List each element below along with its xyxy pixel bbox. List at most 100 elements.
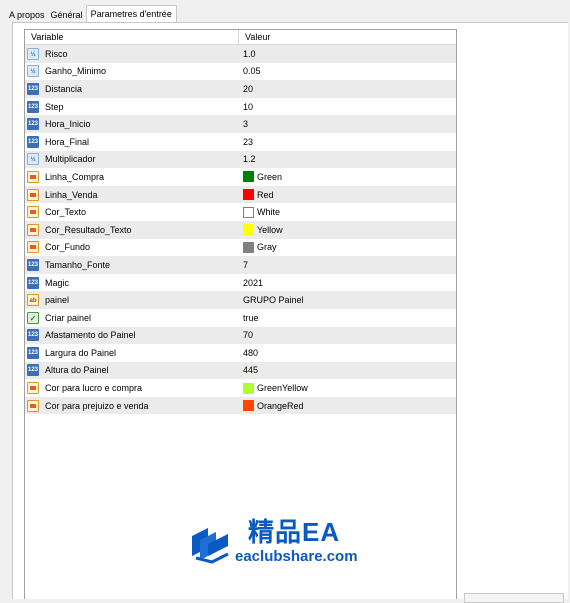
table-row[interactable]: Linha_Venda Red [25, 185, 456, 204]
table-row[interactable]: Cor_Fundo Gray [25, 239, 456, 257]
integer-icon: 123 [27, 329, 39, 342]
value-cell[interactable]: Red [239, 189, 456, 201]
watermark-title: 精品EA [248, 517, 341, 547]
variable-name: Linha_Compra [45, 171, 105, 182]
variable-name: Risco [45, 48, 68, 59]
color-swatch [243, 382, 254, 394]
tab-bar: A propos Général Parametres d'entrée [6, 5, 177, 24]
variable-value: Yellow [257, 224, 283, 235]
value-cell[interactable]: 70 [239, 330, 456, 340]
table-row[interactable]: 123 Hora_Inicio 3 [25, 115, 456, 133]
column-header-value[interactable]: Valeur [239, 30, 456, 44]
tab-general[interactable]: Général [48, 8, 86, 23]
double-icon: ½ [27, 153, 39, 166]
grid-rows: ½ Risco 1.0 ½ Ganho_Minimo 0.05 123 Distancia 20… [25, 45, 456, 415]
watermark-logo-icon [192, 528, 229, 564]
color-icon [27, 241, 39, 254]
variable-name: Magic [45, 277, 70, 288]
value-cell[interactable]: true [239, 313, 456, 323]
value-cell[interactable]: Yellow [239, 224, 456, 236]
variable-value: Red [257, 189, 274, 200]
value-cell[interactable]: 445 [239, 365, 456, 375]
variable-value: Gray [257, 242, 277, 253]
variable-value: GRUPO Painel [243, 295, 304, 306]
variable-name: Ganho_Minimo [45, 66, 107, 77]
double-icon: ½ [27, 65, 39, 78]
table-row[interactable]: Cor_Resultado_Texto Yellow [25, 220, 456, 239]
variable-name: Step [45, 101, 64, 112]
color-icon [27, 206, 39, 219]
variable-value: 445 [243, 365, 259, 376]
table-row[interactable]: Cor para lucro e compra GreenYellow [25, 379, 456, 397]
value-cell[interactable]: 480 [239, 348, 456, 358]
table-row[interactable]: Cor para prejuizo e venda OrangeRed [25, 396, 456, 415]
dialog-button-partial[interactable] [464, 593, 564, 603]
variable-value: 2021 [243, 277, 264, 288]
variable-name: Cor para prejuizo e venda [45, 400, 149, 411]
tab-about[interactable]: A propos [6, 8, 48, 23]
variable-name: Altura do Painel [45, 365, 109, 376]
value-cell[interactable]: OrangeRed [239, 400, 456, 412]
variable-value: 20 [243, 83, 254, 94]
color-icon [27, 170, 39, 183]
table-row[interactable]: 123 Step 10 [25, 98, 456, 116]
value-cell[interactable]: Green [239, 171, 456, 183]
variable-value: OrangeRed [257, 400, 304, 411]
table-row[interactable]: Cor_Texto White [25, 203, 456, 221]
table-row[interactable]: 123 Magic 2021 [25, 274, 456, 292]
table-row[interactable]: 123 Hora_Final 23 [25, 133, 456, 151]
table-row[interactable]: ab painel GRUPO Painel [25, 291, 456, 309]
value-cell[interactable]: White [239, 206, 456, 218]
table-row[interactable]: ✓ Criar painel true [25, 309, 456, 327]
value-cell[interactable]: GRUPO Painel [239, 295, 456, 305]
variable-name: Largura do Painel [45, 347, 117, 358]
variable-value: White [257, 207, 281, 218]
variable-cell: ½ Ganho_Minimo [25, 65, 239, 78]
variable-cell: Cor para prejuizo e venda [25, 399, 239, 412]
table-row[interactable]: ½ Risco 1.0 [25, 45, 456, 63]
variable-name: Hora_Inicio [45, 119, 91, 130]
value-cell[interactable]: GreenYellow [239, 382, 456, 394]
value-cell[interactable]: 0.05 [239, 66, 456, 76]
variable-cell: 123 Afastamento do Painel [25, 329, 239, 342]
column-header-variable[interactable]: Variable [25, 30, 239, 44]
variable-value: 10 [243, 101, 254, 112]
value-cell[interactable]: 23 [239, 137, 456, 147]
value-cell[interactable]: 3 [239, 119, 456, 129]
integer-icon: 123 [27, 364, 39, 377]
table-row[interactable]: 123 Largura do Painel 480 [25, 344, 456, 362]
grid-header: Variable Valeur [25, 30, 456, 45]
value-cell[interactable]: 10 [239, 102, 456, 112]
variable-value: GreenYellow [257, 383, 308, 394]
variable-value: 70 [243, 330, 254, 341]
variable-name: Cor_Texto [45, 207, 87, 218]
value-cell[interactable]: 7 [239, 260, 456, 270]
variable-name: Cor_Fundo [45, 242, 91, 253]
variable-value: 23 [243, 136, 254, 147]
variable-name: painel [45, 295, 70, 306]
table-row[interactable]: 123 Distancia 20 [25, 80, 456, 98]
integer-icon: 123 [27, 100, 39, 113]
variable-name: Multiplicador [45, 154, 96, 165]
table-row[interactable]: 123 Altura do Painel 445 [25, 361, 456, 380]
variable-value: true [243, 312, 259, 323]
value-cell[interactable]: 1.2 [239, 154, 456, 164]
table-row[interactable]: ½ Multiplicador 1.2 [25, 150, 456, 169]
table-row[interactable]: 123 Afastamento do Painel 70 [25, 326, 456, 345]
variable-cell: ✓ Criar painel [25, 311, 239, 324]
table-row[interactable]: ½ Ganho_Minimo 0.05 [25, 63, 456, 81]
variable-value: 3 [243, 119, 249, 130]
variable-name: Cor para lucro e compra [45, 383, 143, 394]
value-cell[interactable]: 2021 [239, 278, 456, 288]
integer-icon: 123 [27, 118, 39, 131]
value-cell[interactable]: Gray [239, 241, 456, 253]
bool-icon: ✓ [27, 311, 39, 324]
variable-cell: Cor_Resultado_Texto [25, 223, 239, 236]
variable-name: Tamanho_Fonte [45, 259, 111, 270]
table-row[interactable]: 123 Tamanho_Fonte 7 [25, 256, 456, 274]
value-cell[interactable]: 1.0 [239, 49, 456, 59]
variable-value: 1.2 [243, 154, 256, 165]
variable-cell: 123 Tamanho_Fonte [25, 258, 239, 271]
table-row[interactable]: Linha_Compra Green [25, 168, 456, 186]
value-cell[interactable]: 20 [239, 84, 456, 94]
